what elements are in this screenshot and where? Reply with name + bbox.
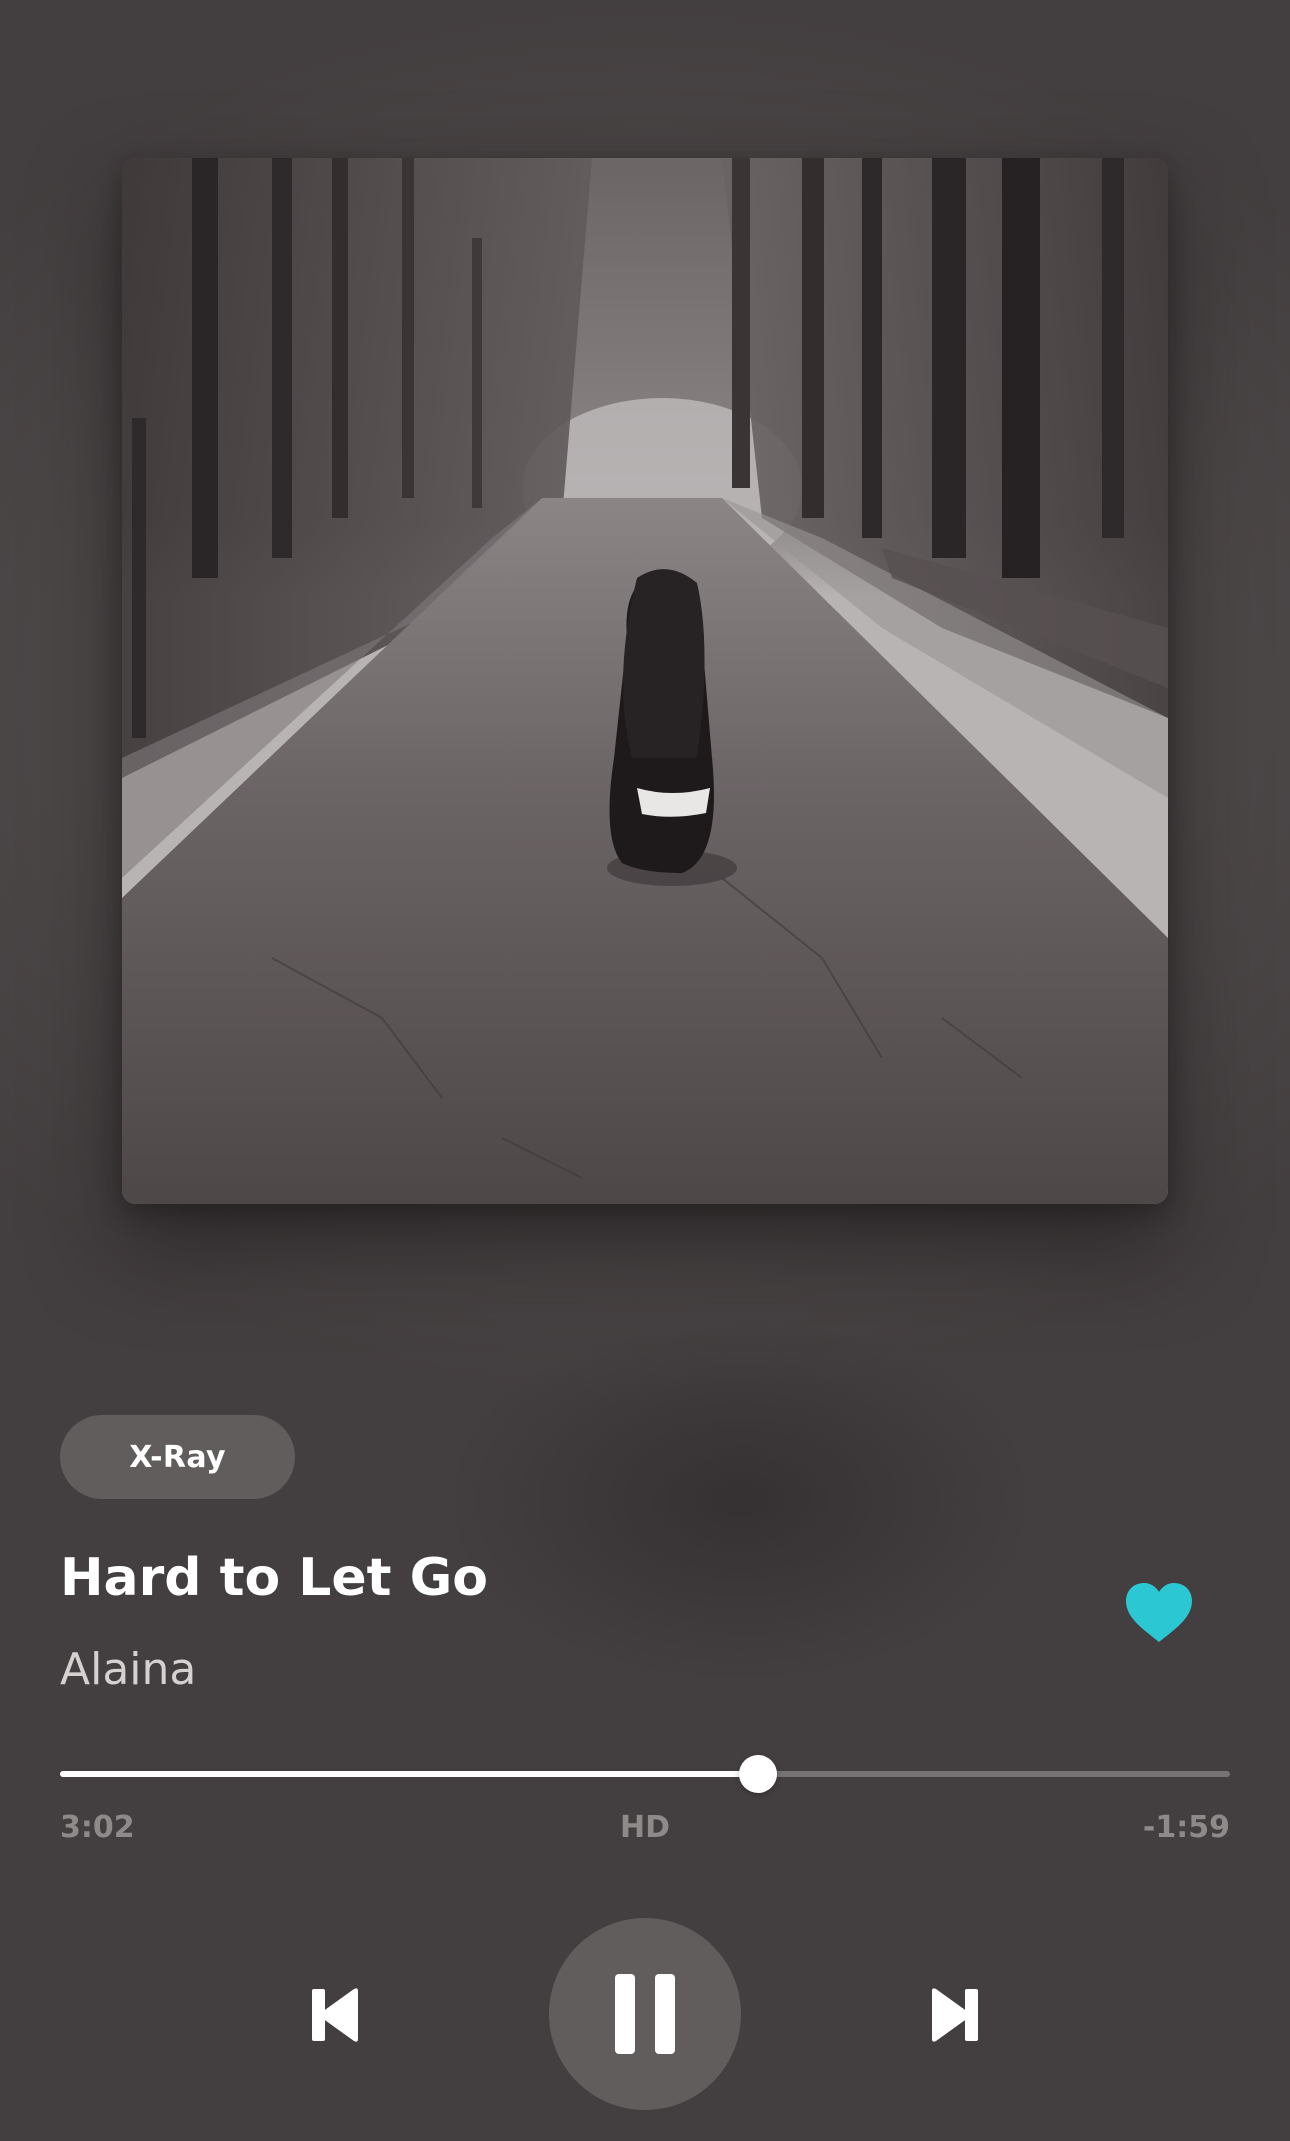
song-title: Hard to Let Go	[60, 1548, 489, 1608]
now-playing-screen: X-Ray Hard to Let Go Alaina 3:02 HD -1:5…	[0, 0, 1290, 2141]
heart-icon	[1126, 1583, 1192, 1642]
skip-previous-icon	[312, 1988, 358, 2042]
time-remaining: -1:59	[1142, 1810, 1230, 1845]
album-art-image	[122, 158, 1168, 1204]
pause-icon	[615, 1974, 675, 2054]
progress-bar[interactable]	[60, 1755, 1230, 1793]
album-art	[122, 158, 1168, 1204]
next-button[interactable]	[920, 1975, 990, 2055]
favorite-button[interactable]	[1124, 1582, 1194, 1644]
progress-thumb[interactable]	[739, 1755, 778, 1793]
time-elapsed: 3:02	[60, 1810, 135, 1845]
artist-name[interactable]: Alaina	[60, 1640, 196, 1700]
quality-badge: HD	[620, 1810, 671, 1845]
previous-button[interactable]	[300, 1975, 370, 2055]
pause-button[interactable]	[549, 1918, 741, 2110]
skip-next-icon	[932, 1988, 978, 2042]
xray-button[interactable]: X-Ray	[60, 1415, 295, 1499]
progress-fill	[60, 1771, 759, 1777]
